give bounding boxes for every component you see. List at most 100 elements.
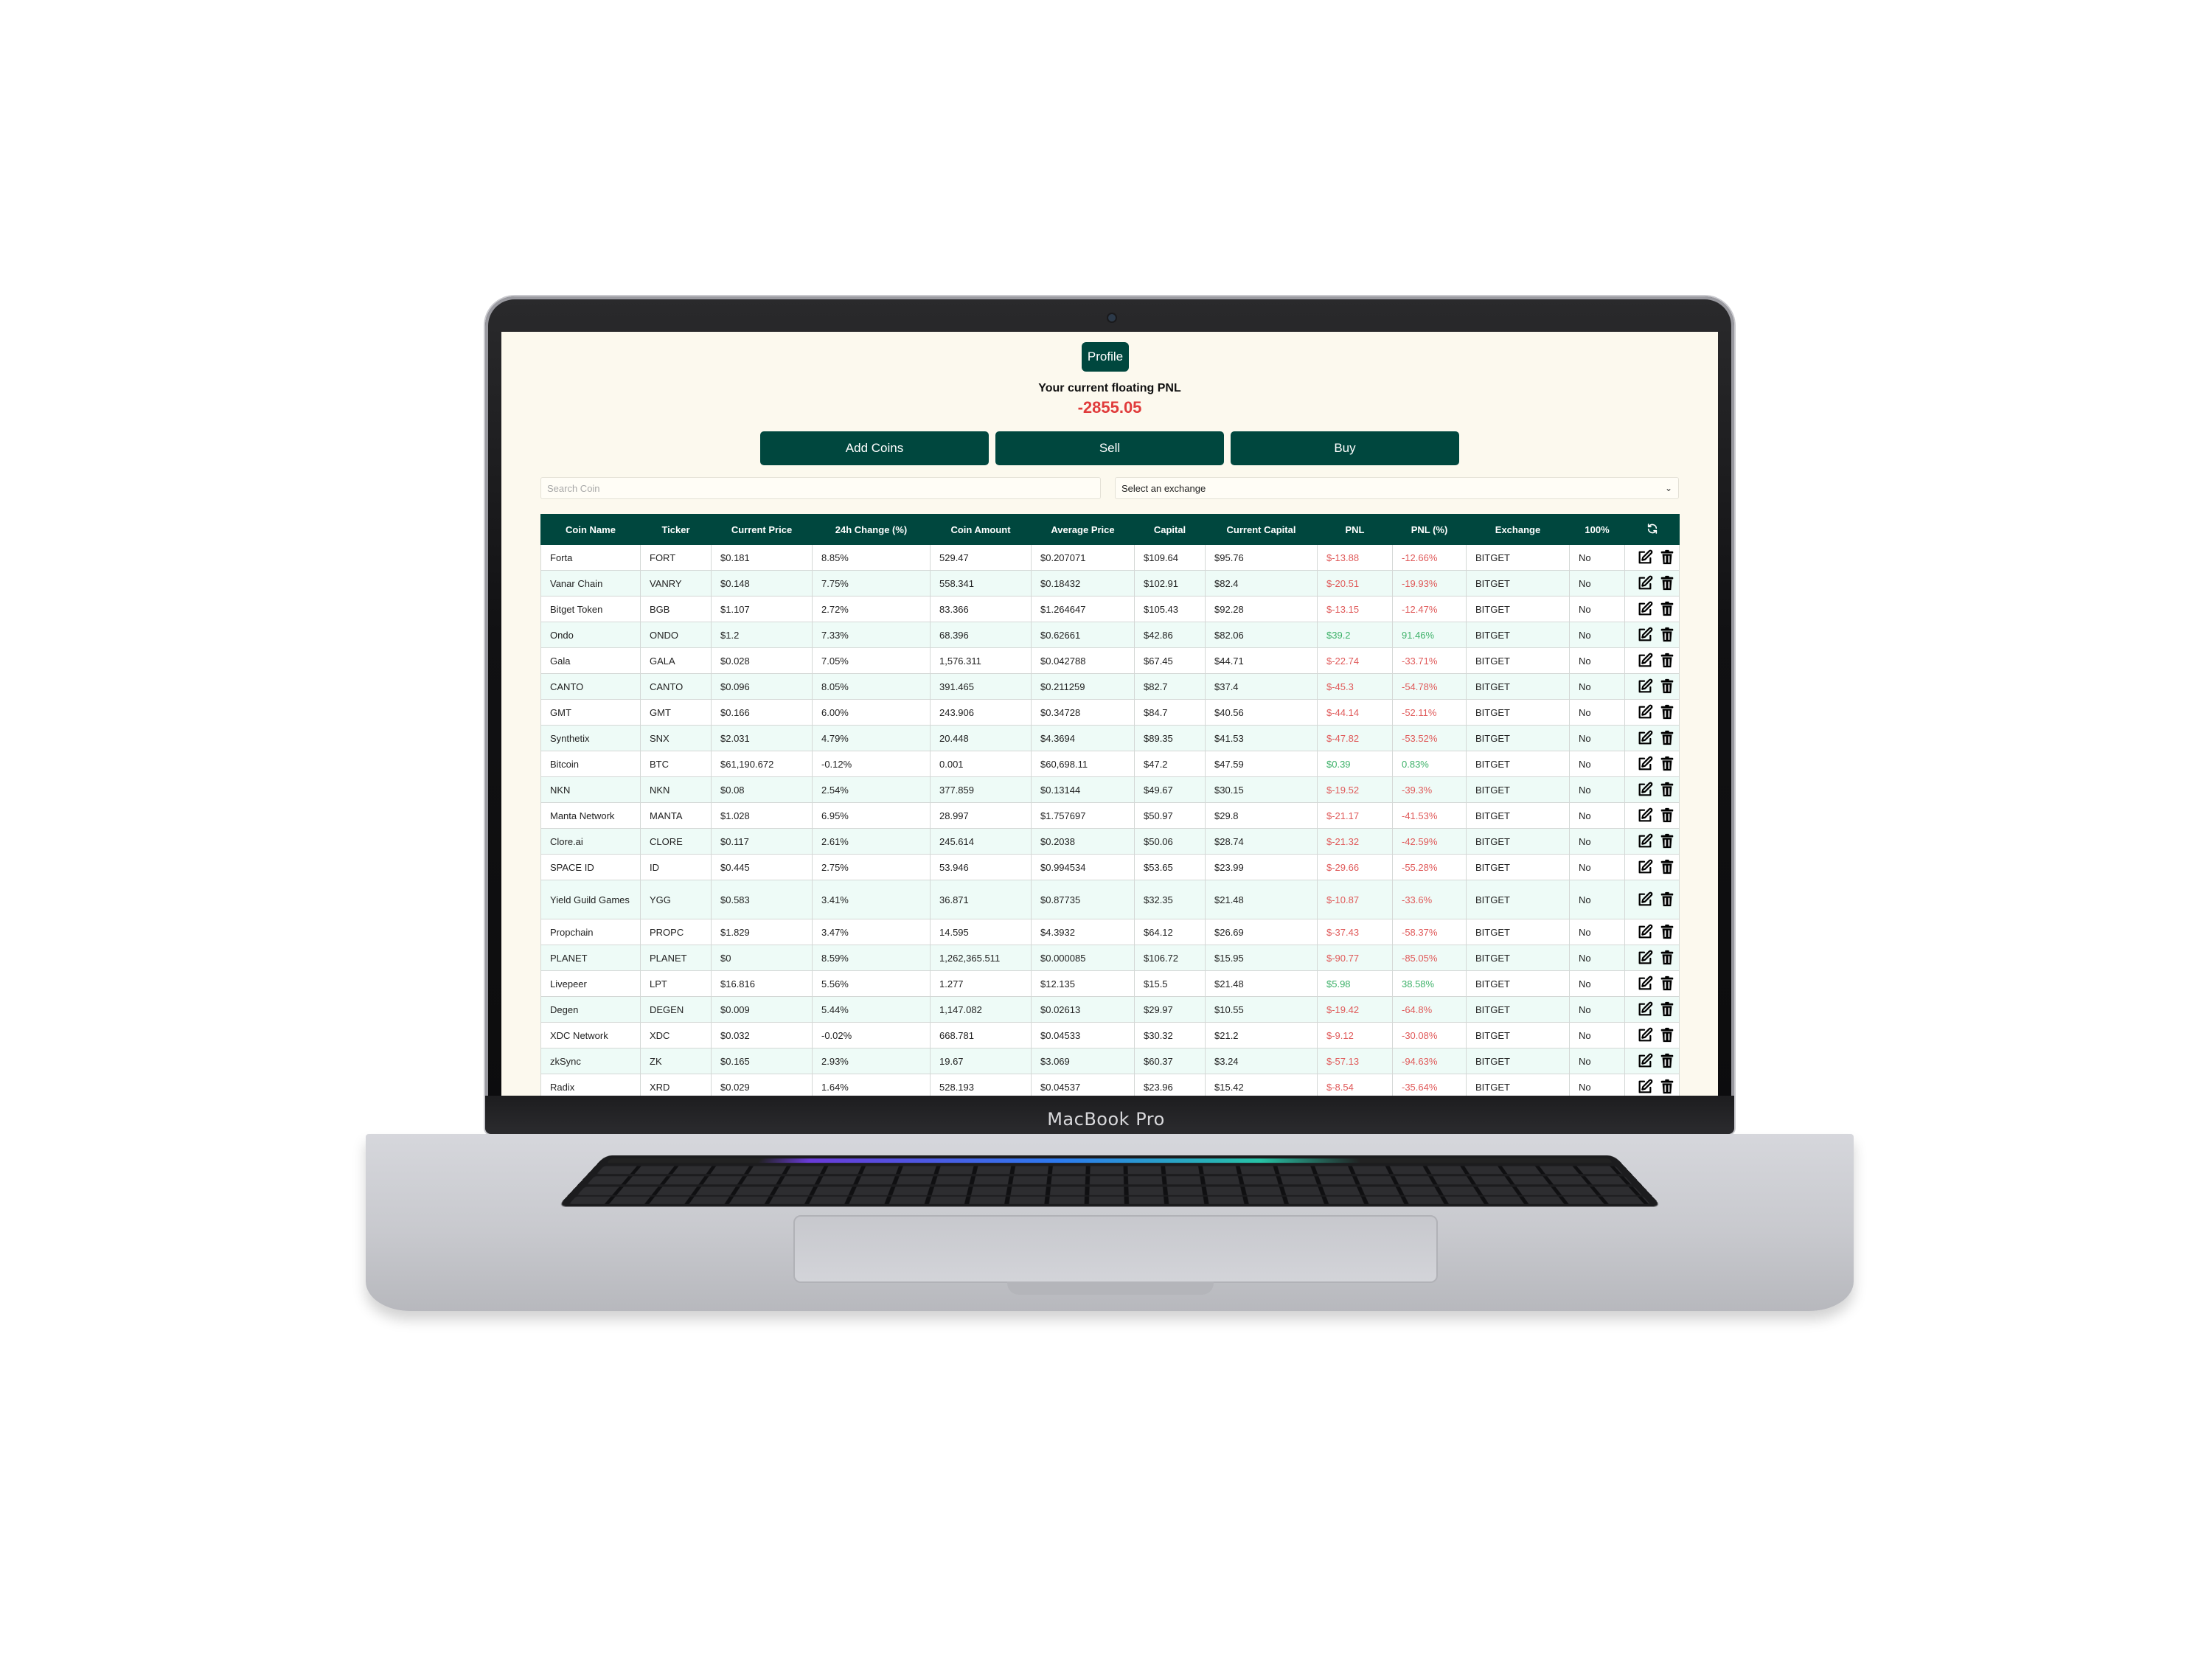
- change-24h-cell: 2.72%: [812, 596, 931, 622]
- full-cell: No: [1569, 699, 1625, 726]
- edit-icon[interactable]: [1637, 1079, 1653, 1095]
- trash-icon[interactable]: [1659, 627, 1675, 643]
- trash-icon[interactable]: [1659, 1027, 1675, 1043]
- current-capital-cell: $82.4: [1205, 570, 1318, 597]
- pnl-value: -2855.05: [1077, 398, 1142, 417]
- exchange-cell: BITGET: [1466, 880, 1570, 919]
- average-price-cell: $4.3694: [1031, 725, 1135, 751]
- row-actions: [1624, 570, 1680, 597]
- current-capital-cell: $92.28: [1205, 596, 1318, 622]
- row-actions: [1624, 1048, 1680, 1074]
- coin-name-cell: CANTO: [540, 673, 641, 700]
- trash-icon[interactable]: [1659, 575, 1675, 591]
- edit-icon[interactable]: [1637, 627, 1653, 643]
- change-24h-cell: 6.95%: [812, 802, 931, 829]
- current-price-cell: $0.032: [711, 1022, 813, 1048]
- edit-icon[interactable]: [1637, 891, 1653, 908]
- laptop-mockup: Profile Your current floating PNL -2855.…: [0, 0, 2212, 1659]
- trash-icon[interactable]: [1659, 807, 1675, 824]
- edit-icon[interactable]: [1637, 601, 1653, 617]
- edit-icon[interactable]: [1637, 756, 1653, 772]
- row-actions: [1624, 647, 1680, 674]
- row-actions: [1624, 673, 1680, 700]
- edit-icon[interactable]: [1637, 950, 1653, 966]
- change-24h-cell: 4.79%: [812, 725, 931, 751]
- coin-amount-cell: 528.193: [930, 1074, 1032, 1096]
- edit-icon[interactable]: [1637, 678, 1653, 695]
- sell-button[interactable]: Sell: [995, 431, 1224, 465]
- refresh-header[interactable]: [1624, 514, 1680, 545]
- average-price-cell: $0.2038: [1031, 828, 1135, 855]
- trash-icon[interactable]: [1659, 704, 1675, 720]
- table-row: PLANET PLANET $0 8.59% 1,262,365.511 $0.00008…: [540, 945, 1680, 971]
- refresh-icon[interactable]: [1646, 523, 1658, 535]
- trash-icon[interactable]: [1659, 1053, 1675, 1069]
- coin-amount-cell: 529.47: [930, 544, 1032, 571]
- trash-icon[interactable]: [1659, 601, 1675, 617]
- edit-icon[interactable]: [1637, 575, 1653, 591]
- edit-icon[interactable]: [1637, 807, 1653, 824]
- table-row: Degen DEGEN $0.009 5.44% 1,147.082 $0.02613 $2…: [540, 996, 1680, 1023]
- row-actions: [1624, 699, 1680, 726]
- buy-button[interactable]: Buy: [1231, 431, 1459, 465]
- edit-icon[interactable]: [1637, 730, 1653, 746]
- trash-icon[interactable]: [1659, 891, 1675, 908]
- coin-amount-cell: 53.946: [930, 854, 1032, 880]
- edit-icon[interactable]: [1637, 975, 1653, 992]
- trash-icon[interactable]: [1659, 653, 1675, 669]
- coin-amount-cell: 391.465: [930, 673, 1032, 700]
- add-coins-button[interactable]: Add Coins: [760, 431, 989, 465]
- full-cell: No: [1569, 776, 1625, 803]
- average-price-cell: $4.3932: [1031, 919, 1135, 945]
- trash-icon[interactable]: [1659, 678, 1675, 695]
- trash-icon[interactable]: [1659, 859, 1675, 875]
- row-actions: [1624, 622, 1680, 648]
- search-input[interactable]: [540, 477, 1101, 499]
- trash-icon[interactable]: [1659, 549, 1675, 566]
- trash-icon[interactable]: [1659, 782, 1675, 798]
- current-price-cell: $16.816: [711, 970, 813, 997]
- col-header: Current Price: [711, 514, 813, 545]
- average-price-cell: $0.994534: [1031, 854, 1135, 880]
- trash-icon[interactable]: [1659, 730, 1675, 746]
- row-actions: [1624, 996, 1680, 1023]
- coin-amount-cell: 28.997: [930, 802, 1032, 829]
- current-price-cell: $0.181: [711, 544, 813, 571]
- current-capital-cell: $37.4: [1205, 673, 1318, 700]
- trash-icon[interactable]: [1659, 975, 1675, 992]
- current-capital-cell: $95.76: [1205, 544, 1318, 571]
- edit-icon[interactable]: [1637, 1001, 1653, 1018]
- trash-icon[interactable]: [1659, 756, 1675, 772]
- exchange-cell: BITGET: [1466, 1074, 1570, 1096]
- edit-icon[interactable]: [1637, 549, 1653, 566]
- pnl-cell: $-22.74: [1317, 647, 1393, 674]
- ticker-cell: ID: [640, 854, 712, 880]
- edit-icon[interactable]: [1637, 1027, 1653, 1043]
- edit-icon[interactable]: [1637, 859, 1653, 875]
- trash-icon[interactable]: [1659, 950, 1675, 966]
- coin-name-cell: Synthetix: [540, 725, 641, 751]
- exchange-select[interactable]: Select an exchange ⌄: [1115, 477, 1679, 499]
- capital-cell: $105.43: [1134, 596, 1206, 622]
- edit-icon[interactable]: [1637, 833, 1653, 849]
- current-price-cell: $2.031: [711, 725, 813, 751]
- table-row: XDC Network XDC $0.032 -0.02% 668.781 $0.0453…: [540, 1022, 1680, 1048]
- edit-icon[interactable]: [1637, 704, 1653, 720]
- trash-icon[interactable]: [1659, 924, 1675, 940]
- edit-icon[interactable]: [1637, 653, 1653, 669]
- edit-icon[interactable]: [1637, 1053, 1653, 1069]
- coin-amount-cell: 83.366: [930, 596, 1032, 622]
- full-cell: No: [1569, 970, 1625, 997]
- full-cell: No: [1569, 673, 1625, 700]
- edit-icon[interactable]: [1637, 924, 1653, 940]
- profile-button[interactable]: Profile: [1082, 342, 1129, 372]
- trash-icon[interactable]: [1659, 833, 1675, 849]
- edit-icon[interactable]: [1637, 782, 1653, 798]
- average-price-cell: $0.87735: [1031, 880, 1135, 919]
- exchange-cell: BITGET: [1466, 776, 1570, 803]
- full-cell: No: [1569, 622, 1625, 648]
- coin-amount-cell: 245.614: [930, 828, 1032, 855]
- trash-icon[interactable]: [1659, 1001, 1675, 1018]
- capital-cell: $30.32: [1134, 1022, 1206, 1048]
- trash-icon[interactable]: [1659, 1079, 1675, 1095]
